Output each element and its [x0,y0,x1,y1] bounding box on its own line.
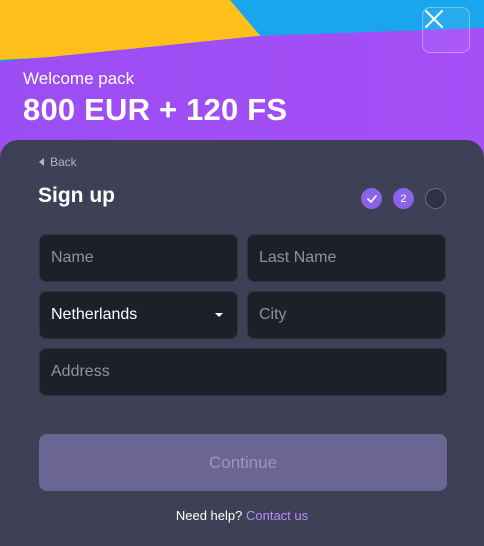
close-button[interactable] [422,7,470,53]
promo-amount: 800 EUR + 120 FS [23,92,288,127]
back-link[interactable]: Back [39,155,77,169]
city-field[interactable]: City [247,291,446,339]
chevron-left-icon [39,158,44,166]
form-title: Sign up [38,184,115,207]
continue-button[interactable]: Continue [39,434,447,491]
help-line: Need help? Contact us [0,508,484,523]
country-select[interactable]: Netherlands [39,291,238,339]
last-name-field[interactable]: Last Name [247,234,446,282]
back-label: Back [50,155,77,169]
close-icon [425,10,443,28]
check-icon [366,194,377,203]
country-value: Netherlands [51,306,138,323]
help-text: Need help? [175,508,243,523]
step-2-current: 2 [393,188,414,209]
signup-modal: Welcome pack 800 EUR + 120 FS Back Sign … [0,0,484,546]
address-field[interactable]: Address [39,348,447,396]
signup-form-panel: Back Sign up 2 Name Last Name Netherland… [0,140,484,546]
caret-down-icon [215,313,223,317]
step-3-todo [425,188,446,209]
contact-us-link[interactable]: Contact us [246,508,308,523]
first-name-field[interactable]: Name [39,234,238,282]
step-1-done [361,188,382,209]
promo-label: Welcome pack [23,69,135,88]
step-indicator: 2 [361,188,446,209]
